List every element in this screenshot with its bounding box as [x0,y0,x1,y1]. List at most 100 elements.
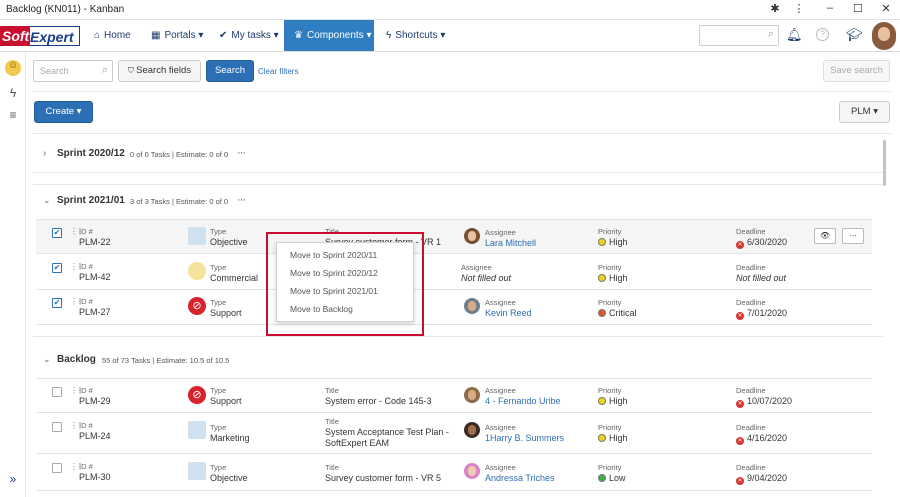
priority-dot-icon [598,238,606,246]
priority-value: High [598,273,628,283]
row-checkbox[interactable] [52,422,62,432]
table-row[interactable]: ⋮⋮ ID # PLM-24 Type Marketing Title Syst… [36,414,872,454]
type-label: Type [210,386,227,395]
graduation-cap-icon[interactable]: 🎓︎ [846,27,863,43]
backlog-header[interactable]: ⌄ Backlog 55 of 73 Tasks | Estimate: 10.… [33,352,293,372]
task-title: Survey customer form - VR 5 [325,473,442,483]
window-title: Backlog (KN011) - Kanban [6,4,125,15]
bolt-icon[interactable]: ϟ [5,86,21,102]
support-type-icon: ⊘ [188,297,206,315]
home-icon: ⌂ [94,30,101,41]
priority-label: Priority [598,386,622,395]
sprint-more-icon[interactable]: ··· [237,147,246,159]
table-row[interactable]: ⋮⋮ ID # PLM-29 ⊘ Type Support Title Syst… [36,378,872,413]
nav-home[interactable]: ⌂ Home [92,20,133,51]
task-type: Objective [210,473,248,483]
search-button[interactable]: Search [206,60,254,82]
row-checkbox[interactable]: ✔ [52,298,62,308]
id-label: ID # [79,386,93,395]
task-type: Support [210,396,242,406]
plm-dropdown[interactable]: PLM ▾ [839,101,890,123]
clear-filters-link[interactable]: Clear filters [258,67,298,76]
sprint-more-icon[interactable]: ··· [237,194,246,206]
more-options-button[interactable]: ··· [842,228,864,244]
row-checkbox[interactable] [52,387,62,397]
divider [33,172,883,173]
priority-text: High [609,396,628,406]
row-checkbox[interactable]: ✔ [52,263,62,273]
view-button[interactable]: 👁 [814,228,836,244]
softexpert-logo[interactable]: Soft Expert [0,26,80,46]
overdue-icon: ✕ [736,477,744,485]
assignee-link[interactable]: 1Harry B. Summers [485,433,564,443]
trophy-icon: ♛ [294,30,303,41]
search-fields-button[interactable]: ⛉ Search fields [118,60,201,82]
nav-shortcuts[interactable]: ϟ Shortcuts ▾ [384,20,447,51]
assignee-link[interactable]: Andressa Triches [485,473,555,483]
deadline-text: 4/16/2020 [747,433,788,443]
minimize-button[interactable]: – [822,2,838,14]
search-input[interactable]: Search ⌕ [33,60,113,82]
nav-my-tasks-label: My tasks ▾ [231,30,279,41]
row-checkbox[interactable]: ✔ [52,228,62,238]
table-row[interactable]: ✔ ⋮⋮ ID # PLM-27 ⊘ Type Support Assignee… [36,290,872,325]
sprint-header-2021-01[interactable]: ⌄ Sprint 2021/01 3 of 3 Tasks | Estimate… [33,193,273,213]
priority-label: Priority [598,298,622,307]
sprint-name: Sprint 2020/12 [57,148,125,159]
priority-label: Priority [598,423,622,432]
nav-portals[interactable]: ▦ Portals ▾ [149,20,205,51]
assignee-label: Assignee [485,463,516,472]
help-icon[interactable]: ? [816,28,829,41]
expand-icon[interactable]: » [5,472,21,488]
deadline-label: Deadline [736,227,766,236]
table-row[interactable]: ✔ ⋮⋮ ID # PLM-22 Type Objective Title Su… [36,219,872,254]
vertical-scrollbar[interactable] [883,140,886,186]
assignee-link[interactable]: Lara Mitchell [485,238,536,248]
deadline-label: Deadline [736,386,766,395]
assignee-avatar [464,298,480,314]
support-type-icon: ⊘ [188,386,206,404]
divider [33,133,891,134]
search-fields-label: Search fields [136,65,192,76]
deadline-value: ✕ 9/04/2020 [736,473,787,485]
create-button[interactable]: Create ▾ [34,101,93,123]
row-checkbox[interactable] [52,463,62,473]
bolt-icon: ϟ [386,30,392,41]
save-search-label: Save search [830,65,883,76]
extension-icon[interactable]: ✱ [767,2,783,15]
marketing-type-icon [188,421,206,439]
deadline-value: ✕ 6/30/2020 [736,237,787,249]
deadline-empty: Not filled out [736,273,787,283]
id-label: ID # [79,227,93,236]
global-search-input[interactable]: ⌕ [699,25,779,46]
priority-label: Priority [598,463,622,472]
assignee-link[interactable]: Kevin Reed [485,308,532,318]
emoji-icon[interactable]: ☺ [5,60,21,76]
close-button[interactable]: ✕ [878,2,894,15]
nav-components[interactable]: ♛ Components ▾ [284,20,374,51]
kebab-menu-icon[interactable]: ⋮ [791,2,807,15]
nav-my-tasks[interactable]: ✔ My tasks ▾ [217,20,281,51]
user-avatar[interactable] [872,22,896,50]
deadline-text: 6/30/2020 [747,237,788,247]
maximize-button[interactable]: ☐ [850,2,866,15]
assignee-avatar [464,387,480,403]
search-placeholder: Search [40,66,69,76]
overdue-icon: ✕ [736,312,744,320]
deadline-value: ✕ 4/16/2020 [736,433,787,445]
table-row[interactable]: ✔ ⋮⋮ ID # PLM-42 Type Commercial Assigne… [36,255,872,290]
type-label: Type [210,298,227,307]
table-row[interactable]: ⋮⋮ ID # PLM-30 Type Objective Title Surv… [36,455,872,491]
save-search-button[interactable]: Save search [823,60,890,82]
assignee-link[interactable]: 4 - Fernando Uribe [485,396,561,406]
priority-value: High [598,237,628,247]
priority-value: High [598,396,628,406]
highlight-box [266,232,424,336]
deadline-label: Deadline [736,423,766,432]
priority-label: Priority [598,227,622,236]
bell-icon[interactable]: 🔔︎ [786,27,803,43]
filter-icon[interactable]: ≡ [5,108,21,124]
deadline-value: ✕ 7/01/2020 [736,308,787,320]
overdue-icon: ✕ [736,437,744,445]
sprint-header-2020-12[interactable]: › Sprint 2020/12 0 of 0 Tasks | Estimate… [33,146,273,166]
